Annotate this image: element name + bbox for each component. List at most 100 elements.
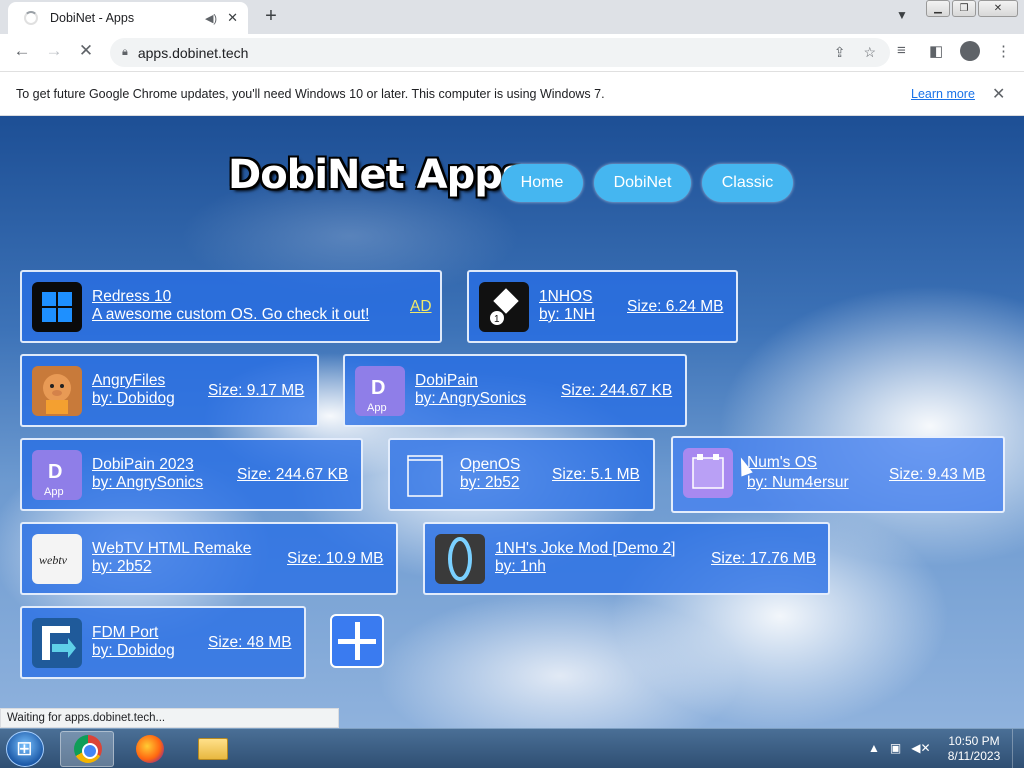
app-info: Redress 10 A awesome custom OS. Go check… — [92, 288, 369, 324]
update-infobar: To get future Google Chrome updates, you… — [0, 71, 1024, 116]
purple-box-icon — [683, 448, 733, 498]
nav-classic-button[interactable]: Classic — [702, 164, 793, 202]
side-panel-icon[interactable]: ◧ — [929, 42, 943, 60]
app-name: WebTV HTML Remake — [92, 540, 252, 557]
menu-kebab-icon[interactable]: ⋮ — [996, 42, 1011, 60]
taskbar-firefox[interactable] — [123, 731, 177, 767]
fdm-logo-icon — [32, 618, 82, 668]
add-app-button[interactable] — [330, 614, 384, 668]
bookmark-star-icon[interactable]: ☆ — [863, 44, 876, 61]
taskbar-chrome[interactable] — [60, 731, 114, 767]
app-author: by: Dobidog — [92, 642, 175, 659]
tab-title: DobiNet - Apps — [50, 11, 135, 25]
svg-text:D: D — [371, 377, 385, 399]
app-card-1nhos[interactable]: 1 1NHOS by: 1NH Size: 6.24 MB — [467, 270, 738, 343]
share-icon[interactable]: ⇪ — [834, 44, 846, 61]
app-name: DobiPain 2023 — [92, 456, 194, 473]
learn-more-link[interactable]: Learn more — [911, 87, 975, 101]
minimize-button[interactable]: ▁ — [926, 0, 950, 17]
app-card-openos[interactable]: OpenOS by: 2b52 Size: 5.1 MB — [388, 438, 655, 511]
windows-taskbar: ▲ ▣ ◀✕ 10:50 PM 8/11/2023 — [0, 728, 1024, 769]
app-author: by: 1nh — [495, 558, 546, 575]
app-info: WebTV HTML Remake by: 2b52 — [92, 540, 251, 576]
portal-ring-icon — [435, 534, 485, 584]
profile-avatar-icon[interactable] — [960, 41, 980, 61]
app-card-nums-os[interactable]: Num's OS by: Num4ersur Size: 9.43 MB — [671, 436, 1005, 513]
address-bar[interactable]: 🔒︎ apps.dobinet.tech ⇪ ☆ — [110, 38, 890, 67]
app-size: Size: 5.1 MB — [552, 466, 640, 483]
forward-arrow-icon[interactable]: → — [42, 41, 66, 61]
media-control-icon[interactable]: ≡ — [897, 42, 906, 59]
app-card-fdm-port[interactable]: FDM Port by: Dobidog Size: 48 MB — [20, 606, 306, 679]
app-card-angryfiles[interactable]: AngryFiles by: Dobidog Size: 9.17 MB — [20, 354, 319, 427]
infobar-message: To get future Google Chrome updates, you… — [16, 87, 605, 101]
app-card-dobipain-2023[interactable]: D App DobiPain 2023 by: AngrySonics Size:… — [20, 438, 363, 511]
site-logo[interactable]: DobiNet Apps — [228, 152, 526, 198]
app-author: by: AngrySonics — [415, 390, 527, 407]
app-size: Size: 17.76 MB — [711, 550, 817, 567]
app-size: Size: 48 MB — [208, 634, 292, 651]
volume-muted-icon[interactable]: ◀✕ — [911, 741, 930, 755]
network-icon[interactable]: ▣ — [890, 741, 901, 755]
url-text: apps.dobinet.tech — [137, 44, 249, 61]
stop-loading-icon[interactable]: ✕ — [74, 41, 98, 61]
app-author: by: AngrySonics — [92, 474, 204, 491]
app-size: Size: 9.43 MB — [889, 466, 986, 483]
app-size: Size: 10.9 MB — [287, 550, 384, 567]
1nhos-logo-icon: 1 — [479, 282, 529, 332]
app-info: DobiPain by: AngrySonics — [415, 372, 526, 408]
app-size: Size: 6.24 MB — [627, 298, 724, 315]
app-description: A awesome custom OS. Go check it out! — [92, 306, 370, 323]
tab-close-button[interactable]: ✕ — [227, 10, 238, 26]
browser-titlebar: DobiNet - Apps ◀) ✕ + ▼ ▁ ❐ ✕ — [0, 0, 1024, 34]
app-name: 1NH's Joke Mod [Demo 2] — [495, 540, 676, 557]
app-name: AngryFiles — [92, 372, 166, 389]
taskbar-explorer[interactable] — [186, 731, 240, 767]
clock-time: 10:50 PM — [948, 734, 1000, 748]
app-card-dobipain[interactable]: D App DobiPain by: AngrySonics Size: 244.… — [343, 354, 687, 427]
tab-search-chevron-icon[interactable]: ▼ — [896, 8, 908, 22]
new-tab-button[interactable]: + — [260, 5, 282, 28]
app-name: Redress 10 — [92, 288, 172, 305]
app-info: FDM Port by: Dobidog — [92, 624, 175, 660]
restore-button[interactable]: ❐ — [952, 0, 976, 17]
app-size: Size: 244.67 KB — [561, 382, 673, 399]
app-card-1nh-joke-mod[interactable]: 1NH's Joke Mod [Demo 2] by: 1nh Size: 17… — [423, 522, 830, 595]
ad-badge: AD — [410, 298, 432, 315]
angry-pig-icon — [32, 366, 82, 416]
speaker-icon[interactable]: ◀) — [205, 12, 217, 25]
browser-toolbar: ← → ✕ 🔒︎ apps.dobinet.tech ⇪ ☆ ≡ ◧ ⋮ — [0, 34, 1024, 71]
taskbar-clock[interactable]: 10:50 PM 8/11/2023 — [944, 734, 1004, 764]
app-author: by: Num4ersur — [747, 474, 849, 491]
nav-dobinet-button[interactable]: DobiNet — [594, 164, 691, 202]
window-controls: ▁ ❐ ✕ — [926, 0, 1018, 17]
clock-date: 8/11/2023 — [947, 749, 1001, 763]
app-size: Size: 244.67 KB — [237, 466, 349, 483]
close-window-button[interactable]: ✕ — [978, 0, 1018, 17]
browser-tab[interactable]: DobiNet - Apps ◀) ✕ — [8, 2, 248, 34]
page-content: DobiNet Apps Home DobiNet Classic Redres… — [0, 116, 1024, 728]
infobar-close-button[interactable]: ✕ — [992, 84, 1005, 104]
windows-logo-icon — [32, 282, 82, 332]
chrome-icon — [74, 735, 102, 763]
app-author: by: Dobidog — [92, 390, 175, 407]
svg-text:App: App — [367, 402, 387, 414]
back-arrow-icon[interactable]: ← — [10, 41, 34, 61]
start-button[interactable] — [6, 731, 44, 767]
app-card-redress-10[interactable]: Redress 10 A awesome custom OS. Go check… — [20, 270, 442, 343]
app-info: DobiPain 2023 by: AngrySonics — [92, 456, 203, 492]
app-name: OpenOS — [460, 456, 521, 473]
svg-text:1: 1 — [494, 314, 500, 325]
lock-icon[interactable]: 🔒︎ — [122, 46, 128, 59]
dobipain-app-icon: D App — [355, 366, 405, 416]
app-card-webtv[interactable]: webtv WebTV HTML Remake by: 2b52 Size: 1… — [20, 522, 398, 595]
nav-home-button[interactable]: Home — [501, 164, 583, 202]
tray-expand-icon[interactable]: ▲ — [868, 741, 880, 755]
show-desktop-button[interactable] — [1012, 729, 1024, 769]
app-info: 1NH's Joke Mod [Demo 2] by: 1nh — [495, 540, 675, 576]
window-outline-icon — [400, 450, 450, 500]
app-size: Size: 9.17 MB — [208, 382, 305, 399]
svg-text:App: App — [44, 486, 64, 498]
webtv-logo-icon: webtv — [32, 534, 82, 584]
app-info: 1NHOS by: 1NH — [539, 288, 595, 324]
